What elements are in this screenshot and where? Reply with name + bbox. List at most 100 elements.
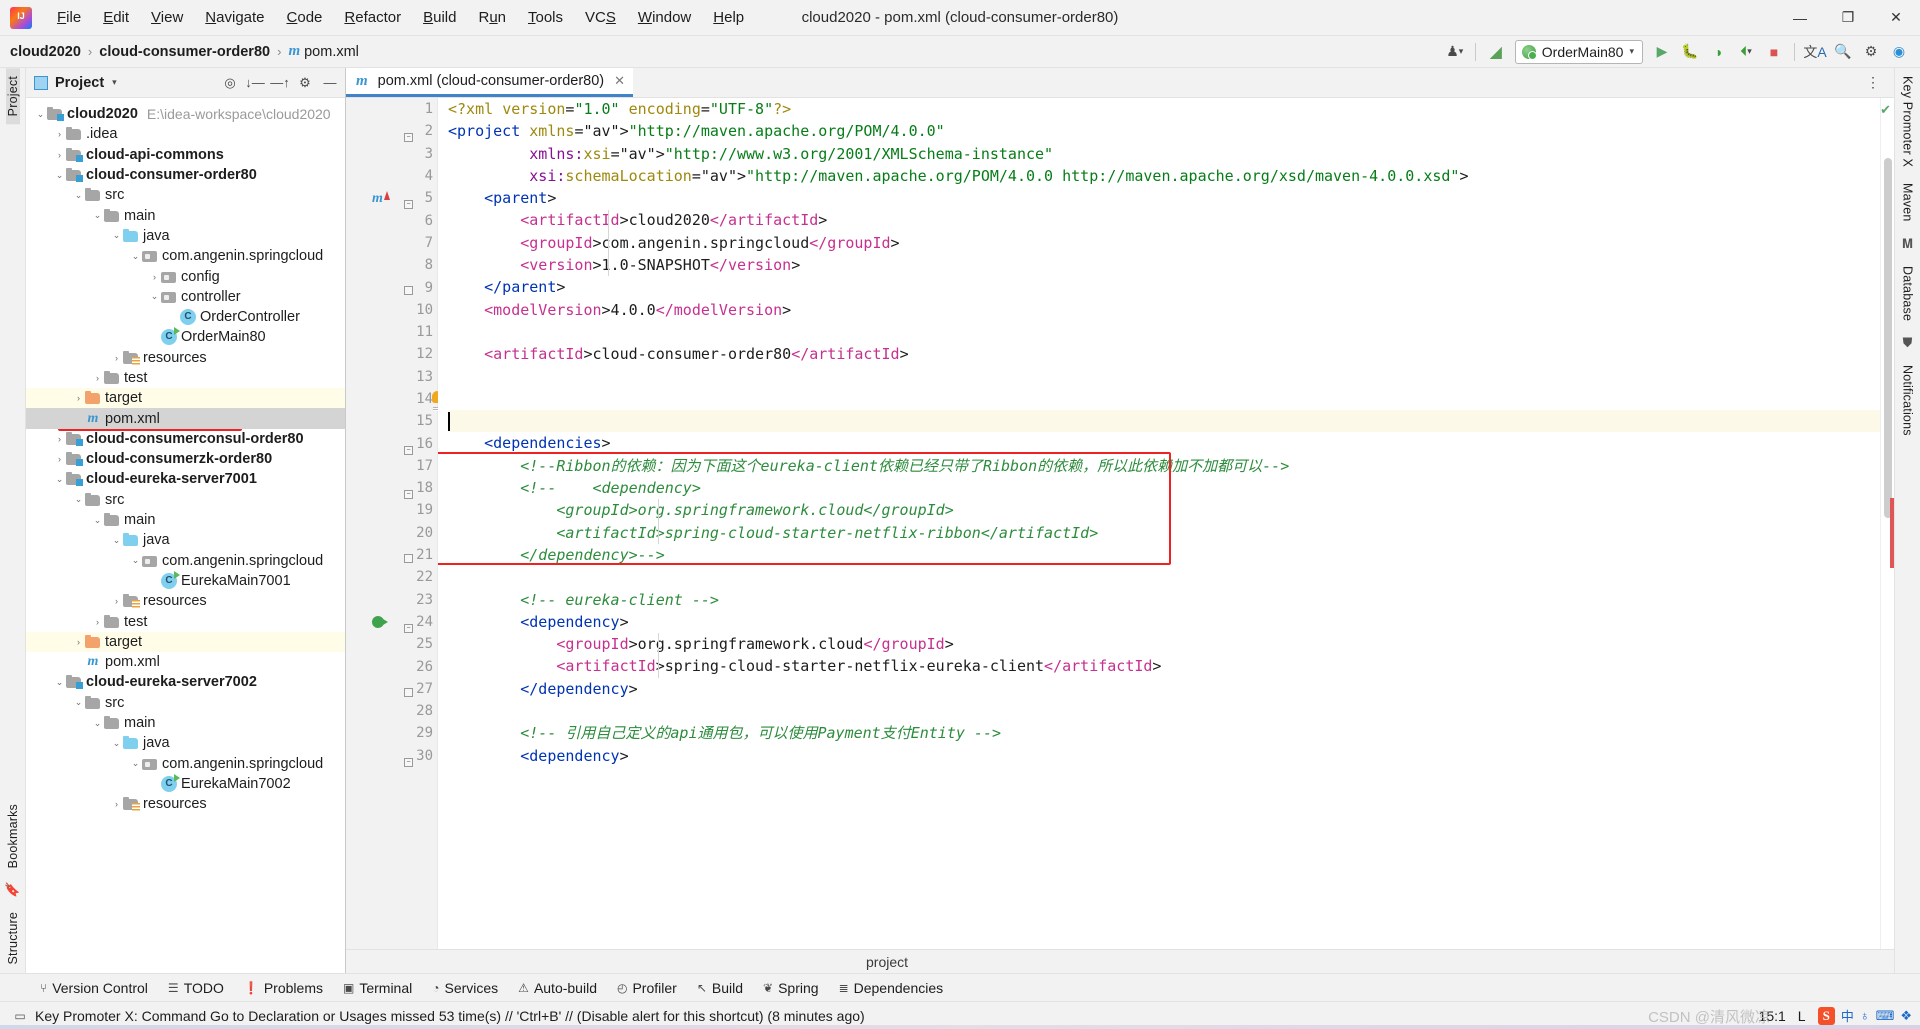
code-line-8[interactable]: <version>1.0-SNAPSHOT</version>: [448, 254, 1880, 276]
chevron-down-icon[interactable]: ⌄: [53, 677, 66, 688]
ime-chinese-icon[interactable]: 中: [1841, 1006, 1854, 1025]
tree-node-eurekamain7001[interactable]: C EurekaMain7001: [26, 570, 345, 591]
gutter-line-19[interactable]: 19: [346, 499, 437, 521]
chevron-down-icon[interactable]: ⌄: [91, 515, 104, 526]
tree-node-config[interactable]: › config: [26, 266, 345, 286]
hammer-build-icon[interactable]: ◢: [1483, 40, 1509, 64]
tool-window-services[interactable]: ◔ Services: [422, 978, 508, 998]
project-settings-gear-icon[interactable]: ⚙: [294, 72, 316, 94]
search-everywhere-icon[interactable]: 🔍: [1830, 40, 1856, 64]
tool-tab-notifications[interactable]: Notifications: [1901, 357, 1915, 444]
tree-node-cloud-consumerconsul-order80[interactable]: › cloud-consumerconsul-order80: [26, 429, 345, 449]
code-fold-toggle-line-9[interactable]: [404, 282, 413, 299]
tree-node-main[interactable]: ⌄ main: [26, 205, 345, 225]
gutter-line-25[interactable]: 25: [346, 633, 437, 655]
code-fold-toggle-line-21[interactable]: [404, 550, 413, 567]
project-tree[interactable]: ⌄ cloud2020 E:\idea-workspace\cloud2020 › .i…: [26, 98, 345, 973]
chevron-down-icon[interactable]: ⌄: [53, 474, 66, 485]
breadcrumb-project[interactable]: cloud2020: [10, 44, 81, 60]
editor-options-icon[interactable]: ⋮: [1860, 71, 1886, 95]
code-line-17[interactable]: <!--Ribbon的依赖：因为下面这个eureka-client依赖已经只带了…: [448, 455, 1880, 477]
gutter-line-2[interactable]: 2: [346, 120, 437, 142]
tree-node-resources[interactable]: › resources: [26, 348, 345, 368]
code-line-21[interactable]: </dependency>-->: [448, 544, 1880, 566]
editor-tab-pom-xml[interactable]: m pom.xml (cloud-consumer-order80) ✕: [346, 68, 634, 97]
chevron-right-icon[interactable]: ›: [110, 596, 123, 606]
tree-node-java[interactable]: ⌄ java: [26, 733, 345, 753]
gutter-line-29[interactable]: 29: [346, 722, 437, 744]
gutter-line-16[interactable]: 16: [346, 432, 437, 454]
code-fold-toggle-line-5[interactable]: −: [404, 193, 413, 210]
run-configuration-selector[interactable]: OrderMain80 ▾: [1514, 39, 1643, 64]
tree-node-pom-xml[interactable]: m pom.xml: [26, 408, 345, 429]
code-line-15[interactable]: [448, 410, 1880, 433]
gutter-line-6[interactable]: 6: [346, 209, 437, 231]
tree-node-eurekamain7002[interactable]: C EurekaMain7002: [26, 773, 345, 794]
gutter-line-17[interactable]: 17: [346, 455, 437, 477]
gutter-line-18[interactable]: 18: [346, 477, 437, 499]
tree-node-resources[interactable]: › resources: [26, 794, 345, 814]
code-line-29[interactable]: <!-- 引用自己定义的api通用包，可以使用Payment支付Entity -…: [448, 722, 1880, 744]
menu-refactor[interactable]: Refactor: [333, 5, 412, 30]
tree-node-com-angenin-springcloud[interactable]: ⌄ com.angenin.springcloud: [26, 246, 345, 266]
project-view-dropdown-icon[interactable]: ▾: [112, 77, 117, 88]
gutter-line-14[interactable]: 14: [346, 388, 437, 410]
gutter-line-7[interactable]: 7: [346, 232, 437, 254]
close-tab-icon[interactable]: ✕: [614, 73, 625, 89]
tree-node-controller[interactable]: ⌄ controller: [26, 287, 345, 307]
chevron-down-icon[interactable]: ⌄: [110, 230, 123, 241]
gutter-line-20[interactable]: 20: [346, 522, 437, 544]
ime-toolbox-icon[interactable]: ❖: [1900, 1008, 1912, 1024]
tree-node-cloud-consumer-order80[interactable]: ⌄ cloud-consumer-order80: [26, 165, 345, 185]
maven-parent-navigate-icon[interactable]: m: [372, 189, 390, 207]
menu-bar[interactable]: File Edit View Navigate Code Refactor Bu…: [46, 5, 755, 30]
menu-tools[interactable]: Tools: [517, 5, 574, 30]
gutter-line-11[interactable]: 11: [346, 321, 437, 343]
tree-node-java[interactable]: ⌄ java: [26, 530, 345, 550]
chevron-right-icon[interactable]: ›: [53, 434, 66, 444]
code-line-1[interactable]: <?xml version="1.0" encoding="UTF-8"?>: [448, 98, 1880, 120]
code-fold-toggle-line-27[interactable]: [404, 684, 413, 701]
chevron-right-icon[interactable]: ›: [53, 129, 66, 139]
tree-node-ordermain80[interactable]: C OrderMain80: [26, 327, 345, 347]
chevron-down-icon[interactable]: ⌄: [34, 109, 47, 120]
tree-node-java[interactable]: ⌄ java: [26, 226, 345, 246]
tool-window-build[interactable]: ↖ Build: [687, 978, 753, 998]
run-icon[interactable]: ▶: [1649, 40, 1675, 64]
chevron-down-icon[interactable]: ⌄: [72, 190, 85, 201]
collapse-all-icon[interactable]: —↑: [269, 72, 291, 94]
tool-tab-maven[interactable]: Maven: [1901, 175, 1915, 230]
code-fold-toggle-line-18[interactable]: −: [404, 483, 413, 500]
tree-node-target[interactable]: › target: [26, 631, 345, 653]
code-line-26[interactable]: <artifactId>spring-cloud-starter-netflix…: [448, 655, 1880, 677]
chevron-right-icon[interactable]: ›: [72, 393, 85, 403]
inspection-status-icon[interactable]: ✔: [1880, 102, 1891, 118]
code-line-9[interactable]: </parent>: [448, 276, 1880, 298]
ide-features-trainer-icon[interactable]: ◉: [1886, 40, 1912, 64]
chevron-right-icon[interactable]: ›: [110, 353, 123, 363]
tree-node-cloud-eureka-server7002[interactable]: ⌄ cloud-eureka-server7002: [26, 672, 345, 692]
status-message-group[interactable]: ▭ Key Promoter X: Command Go to Declarat…: [12, 1008, 864, 1024]
code-line-20[interactable]: <artifactId>spring-cloud-starter-netflix…: [448, 522, 1880, 544]
code-line-6[interactable]: <artifactId>cloud2020</artifactId>: [448, 209, 1880, 231]
editor-scrollbar[interactable]: ✔: [1880, 98, 1894, 949]
tool-window-terminal[interactable]: ▣ Terminal: [333, 978, 422, 998]
menu-edit[interactable]: Edit: [92, 5, 140, 30]
gutter-line-9[interactable]: 9: [346, 276, 437, 298]
menu-view[interactable]: View: [140, 5, 194, 30]
code-line-28[interactable]: [448, 700, 1880, 722]
tree-node-cloud2020[interactable]: ⌄ cloud2020 E:\idea-workspace\cloud2020: [26, 104, 345, 124]
gutter-line-10[interactable]: 10: [346, 299, 437, 321]
gutter-line-24[interactable]: 24: [346, 611, 437, 633]
chevron-down-icon[interactable]: ⌄: [91, 210, 104, 221]
menu-help[interactable]: Help: [702, 5, 755, 30]
gutter-line-26[interactable]: 26: [346, 655, 437, 677]
tree-node-com-angenin-springcloud[interactable]: ⌄ com.angenin.springcloud: [26, 754, 345, 774]
code-line-30[interactable]: <dependency>: [448, 745, 1880, 767]
tool-window-profiler[interactable]: ◴ Profiler: [607, 978, 687, 998]
debug-icon[interactable]: 🐛: [1677, 40, 1703, 64]
tree-node-resources[interactable]: › resources: [26, 591, 345, 611]
chevron-right-icon[interactable]: ›: [91, 373, 104, 383]
tree-node-main[interactable]: ⌄ main: [26, 510, 345, 530]
menu-navigate[interactable]: Navigate: [194, 5, 275, 30]
